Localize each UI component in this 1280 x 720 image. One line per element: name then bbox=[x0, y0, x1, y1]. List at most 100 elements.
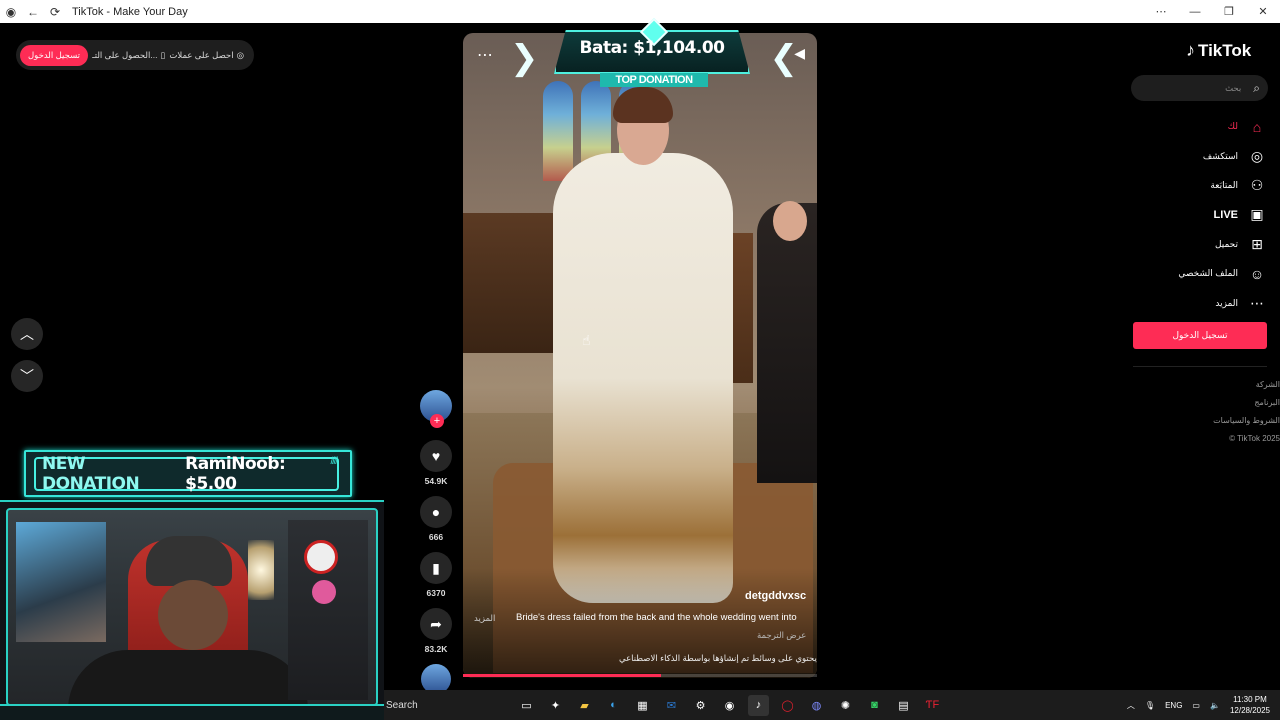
edge-icon[interactable]: ◐ bbox=[603, 695, 624, 716]
creator-avatar[interactable]: + bbox=[420, 390, 452, 428]
sidebar-item-label: المزيد bbox=[1215, 297, 1238, 308]
sidebar-item-label: الملف الشخصي bbox=[1178, 268, 1238, 279]
comment-action[interactable]: ● 666 bbox=[418, 496, 454, 542]
hand-cursor-icon: ☝ bbox=[582, 332, 591, 348]
lamp bbox=[248, 540, 274, 600]
coin-icon: ◎ bbox=[236, 49, 244, 60]
sidebar-item-for-you[interactable]: لك ⌂ bbox=[1140, 112, 1268, 141]
like-action[interactable]: ♥ 54.9K bbox=[418, 440, 454, 486]
following-icon: ⚇ bbox=[1250, 176, 1264, 193]
tiktok-taskbar-icon[interactable]: ♪ bbox=[748, 694, 769, 716]
bookmark-icon: ▮ bbox=[432, 559, 440, 576]
video-options-icon[interactable]: ⋯ bbox=[477, 45, 493, 65]
outlook-icon[interactable]: ✉ bbox=[661, 695, 682, 716]
footer-link-terms[interactable]: الشروط والسياسات bbox=[1140, 412, 1280, 430]
footer-copyright: © TikTok 2025 bbox=[1229, 434, 1280, 443]
left-wing-decoration: ❯ bbox=[510, 39, 539, 77]
next-video-button[interactable]: ﹀ bbox=[11, 360, 43, 392]
opera-icon[interactable]: ◯ bbox=[777, 695, 798, 716]
sidebar-item-label: تحميل bbox=[1214, 238, 1238, 249]
4k-app-icon[interactable]: ◉ bbox=[719, 695, 740, 716]
sidebar-item-label: استكشف bbox=[1202, 150, 1238, 161]
sidebar-item-label: لك bbox=[1227, 121, 1238, 132]
sidebar-item-profile[interactable]: الملف الشخصي ☺ bbox=[1140, 259, 1268, 288]
follow-plus-icon[interactable]: + bbox=[430, 414, 444, 428]
logo-text: TikTok bbox=[1198, 40, 1252, 60]
sidebar-item-more[interactable]: المزيد ⋯ bbox=[1140, 288, 1268, 317]
footer-link-program[interactable]: البرنامج bbox=[1140, 394, 1280, 412]
bride-hair bbox=[613, 87, 673, 123]
clock[interactable]: 11:30 PM 12/28/2025 bbox=[1230, 694, 1270, 716]
back-icon[interactable]: ← bbox=[22, 0, 44, 23]
app-menu-button[interactable]: ⋯ bbox=[1144, 0, 1178, 23]
search-placeholder: بحث bbox=[1225, 82, 1242, 93]
get-coins-link[interactable]: احصل على عملات ◎ bbox=[169, 50, 244, 61]
share-icon: ➦ bbox=[430, 615, 442, 632]
tiktok-logo[interactable]: ♪ TikTok bbox=[1186, 40, 1251, 61]
copilot-icon[interactable]: ✦ bbox=[545, 695, 566, 716]
donation-label: NEW DONATION bbox=[42, 453, 140, 494]
sidebar-footer: الشركة البرنامج الشروط والسياسات © TikTo… bbox=[1140, 376, 1280, 448]
tf-app-icon[interactable]: ƬF bbox=[922, 695, 943, 716]
sidebar-item-upload[interactable]: تحميل ⊞ bbox=[1140, 230, 1268, 259]
login-button-small[interactable]: تسجيل الدخول bbox=[20, 44, 89, 66]
system-tray: ︿ 🎙 ENG ▭ 🔈 11:30 PM 12/28/2025 bbox=[1127, 690, 1270, 720]
chevron-up-tray-icon[interactable]: ︿ bbox=[1127, 700, 1135, 711]
sidebar-item-live[interactable]: LIVE ▣ bbox=[1140, 200, 1268, 229]
video-actions: + ♥ 54.9K ● 666 ▮ 6370 ➦ 83.2K bbox=[418, 390, 454, 694]
steam-icon[interactable]: ⚙ bbox=[690, 695, 711, 716]
search-input[interactable]: بحث ⌕ bbox=[1131, 75, 1268, 101]
network-icon[interactable]: ▭ bbox=[1192, 701, 1200, 710]
store-icon[interactable]: ▦ bbox=[632, 695, 653, 716]
sidebar-item-following[interactable]: المتابَعة ⚇ bbox=[1140, 171, 1268, 200]
close-button[interactable]: ✕ bbox=[1246, 0, 1280, 23]
get-coins-label: احصل على عملات bbox=[169, 49, 234, 60]
like-count: 54.9K bbox=[424, 476, 448, 486]
file-explorer-icon[interactable]: ▰ bbox=[574, 695, 595, 716]
top-donation-amount: Bata: $1,104.00 bbox=[579, 38, 725, 58]
sidebar-item-explore[interactable]: استكشف ◎ bbox=[1140, 141, 1268, 170]
taskbar-search[interactable]: Search bbox=[386, 700, 486, 711]
caption-more-link[interactable]: المزيد bbox=[474, 613, 495, 624]
video-player[interactable]: ⋯ ◀ bbox=[463, 33, 817, 678]
streamer-webcam bbox=[0, 500, 384, 720]
no-smoking-sign bbox=[304, 540, 338, 574]
login-button[interactable]: تسجيل الدخول bbox=[1133, 322, 1267, 349]
heart-icon: ♥ bbox=[431, 448, 441, 464]
webcam-frame-bar bbox=[0, 704, 384, 720]
discord-icon[interactable]: ◍ bbox=[806, 695, 827, 716]
tiktok-app-icon: ◉ bbox=[5, 4, 17, 19]
footer-link-company[interactable]: الشركة bbox=[1140, 376, 1280, 394]
sidebar-item-label: المتابَعة bbox=[1210, 179, 1238, 190]
profile-icon: ☺ bbox=[1249, 265, 1265, 282]
microphone-icon[interactable]: 🎙 bbox=[1145, 701, 1155, 710]
groom-head bbox=[773, 201, 807, 241]
whatsapp-icon[interactable]: ◙ bbox=[864, 695, 885, 716]
minimize-button[interactable]: — bbox=[1178, 0, 1212, 23]
get-app-link[interactable]: الحصول على التـ... ▯ bbox=[92, 50, 165, 61]
windows-taskbar: Search ▭ ✦ ▰ ◐ ▦ ✉ ⚙ ◉ ♪ ◯ ◍ ✺ ◙ ▤ ƬF ︿ … bbox=[384, 690, 1280, 720]
chatgpt-icon[interactable]: ✺ bbox=[835, 695, 856, 716]
share-count: 83.2K bbox=[424, 644, 448, 654]
task-view-icon[interactable]: ▭ bbox=[516, 695, 537, 716]
wall-poster bbox=[16, 522, 106, 642]
video-progress-bar[interactable] bbox=[463, 674, 817, 677]
volume-tray-icon[interactable]: 🔈 bbox=[1210, 701, 1220, 710]
upload-icon: ⊞ bbox=[1251, 235, 1263, 252]
previous-video-button[interactable]: ︿ bbox=[11, 318, 43, 350]
donation-value: RamiNoob: $5.00 bbox=[185, 453, 286, 494]
live-icon: ▣ bbox=[1250, 206, 1264, 223]
search-icon[interactable]: ⌕ bbox=[1253, 81, 1260, 96]
groom bbox=[757, 203, 817, 483]
save-action[interactable]: ▮ 6370 bbox=[418, 552, 454, 598]
video-caption: Bride's dress failed from the back and t… bbox=[516, 612, 797, 623]
share-action[interactable]: ➦ 83.2K bbox=[418, 608, 454, 654]
save-count: 6370 bbox=[426, 588, 446, 598]
language-indicator[interactable]: ENG bbox=[1165, 701, 1182, 710]
refresh-icon[interactable]: ⟳ bbox=[44, 0, 66, 23]
show-translation-link[interactable]: عرض الترجمة bbox=[757, 630, 806, 641]
maximize-button[interactable]: ❐ bbox=[1212, 0, 1246, 23]
video-username[interactable]: detgddvxsc bbox=[745, 590, 806, 602]
window-title: TikTok - Make Your Day bbox=[72, 5, 188, 18]
mail-icon[interactable]: ▤ bbox=[893, 695, 914, 716]
